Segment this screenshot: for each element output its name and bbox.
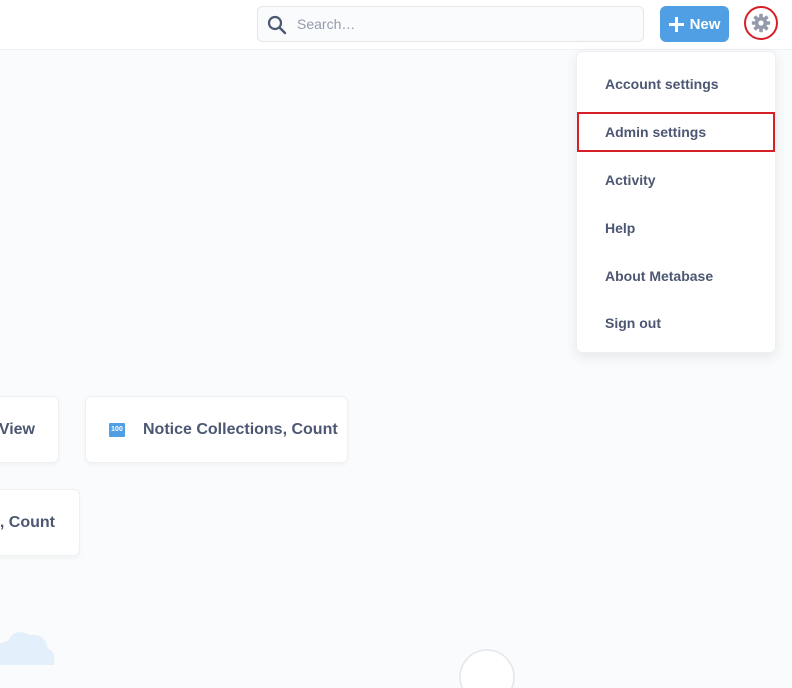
- gear-icon: [751, 13, 771, 33]
- question-card[interactable]: View: [0, 396, 59, 463]
- number-scalar-icon: 100: [109, 422, 125, 437]
- search-input[interactable]: [295, 7, 635, 41]
- plus-icon: [668, 16, 684, 32]
- decorative-circle: [459, 649, 515, 688]
- card-title: Notice Collections, Count: [143, 420, 338, 438]
- settings-dropdown-menu: Account settings Admin settings Activity…: [576, 51, 776, 353]
- menu-item-label: Admin settings: [605, 124, 707, 140]
- search-box[interactable]: [257, 6, 644, 42]
- top-navigation-bar: New: [0, 0, 792, 50]
- question-card[interactable]: 100 Notice Collections, Count: [85, 396, 348, 463]
- menu-item-label: Account settings: [605, 76, 719, 92]
- menu-item-about-metabase[interactable]: About Metabase: [577, 256, 777, 296]
- settings-button[interactable]: [744, 6, 778, 40]
- cloud-illustration: [0, 632, 55, 665]
- menu-item-help[interactable]: Help: [577, 208, 777, 248]
- new-button[interactable]: New: [660, 6, 729, 42]
- menu-item-activity[interactable]: Activity: [577, 160, 777, 200]
- menu-item-admin-settings[interactable]: Admin settings: [577, 112, 775, 152]
- card-title: s, Count: [0, 513, 55, 531]
- question-card[interactable]: s, Count: [0, 489, 80, 556]
- menu-item-label: Help: [605, 220, 636, 236]
- menu-item-label: About Metabase: [605, 268, 714, 284]
- search-icon: [267, 15, 287, 35]
- new-button-label: New: [689, 15, 721, 33]
- menu-item-label: Sign out: [605, 315, 661, 331]
- card-title: View: [0, 420, 35, 438]
- menu-item-label: Activity: [605, 172, 656, 188]
- menu-item-account-settings[interactable]: Account settings: [577, 64, 777, 104]
- menu-item-sign-out[interactable]: Sign out: [577, 303, 777, 343]
